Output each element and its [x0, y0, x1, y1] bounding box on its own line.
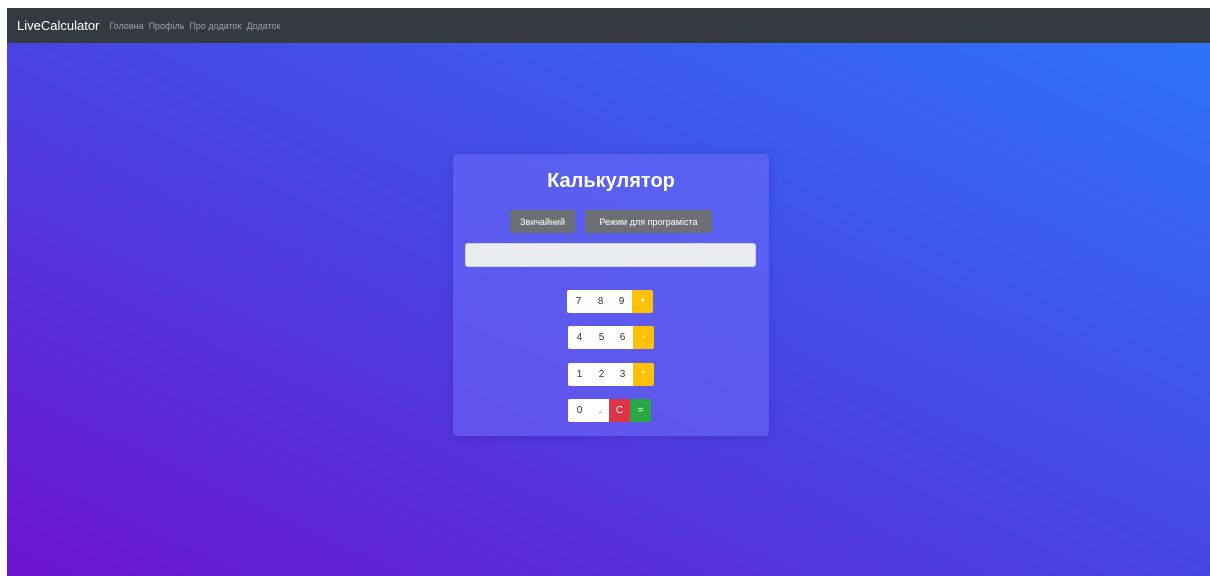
nav-link-about[interactable]: Про додаток	[189, 21, 241, 31]
key-2[interactable]: 2	[591, 363, 612, 386]
key-plus[interactable]: +	[632, 290, 653, 313]
key-1[interactable]: 1	[568, 363, 591, 386]
key-clear[interactable]: C	[609, 399, 630, 422]
key-decimal[interactable]: .	[591, 399, 609, 422]
calculator-card: Калькулятор Звичайний Режим для програмі…	[453, 154, 769, 436]
app-screen: LiveCalculator Головна Профіль Про додат…	[7, 8, 1210, 576]
nav-link-app[interactable]: Додаток	[246, 21, 280, 31]
key-9[interactable]: 9	[611, 290, 632, 313]
key-6[interactable]: 6	[612, 326, 633, 349]
key-minus[interactable]: -	[633, 326, 654, 349]
keypad-row-1: 7 8 9 +	[567, 290, 653, 313]
brand-logo-link[interactable]: LiveCalculator	[17, 18, 99, 33]
key-3[interactable]: 3	[612, 363, 633, 386]
keypad-row-4: 0 . C =	[568, 399, 651, 422]
keypad-row-3: 1 2 3 *	[568, 363, 654, 386]
keypad-row-2: 4 5 6 -	[568, 326, 654, 349]
mode-regular-button[interactable]: Звичайний	[510, 210, 575, 233]
key-equals[interactable]: =	[630, 399, 651, 422]
calculator-title: Калькулятор	[547, 170, 675, 192]
key-7[interactable]: 7	[567, 290, 590, 313]
key-4[interactable]: 4	[568, 326, 591, 349]
key-0[interactable]: 0	[568, 399, 591, 422]
key-5[interactable]: 5	[591, 326, 612, 349]
key-8[interactable]: 8	[590, 290, 611, 313]
nav-link-home[interactable]: Головна	[109, 21, 143, 31]
navbar: LiveCalculator Головна Профіль Про додат…	[7, 8, 1210, 43]
calculator-display[interactable]	[465, 243, 756, 267]
mode-programmer-button[interactable]: Режим для програміста	[585, 210, 712, 233]
nav-link-profile[interactable]: Профіль	[149, 21, 185, 31]
key-multiply[interactable]: *	[633, 363, 654, 386]
